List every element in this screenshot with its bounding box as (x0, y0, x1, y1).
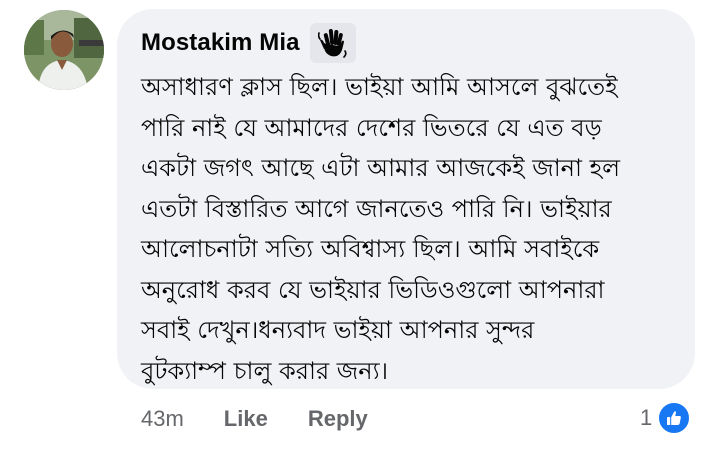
comment-timestamp[interactable]: 43m (141, 406, 184, 432)
comment-text-line: একটা জগৎ আছে এটা আমার আজকেই জানা হল (141, 154, 621, 182)
reaction-count: 1 (640, 405, 653, 430)
avatar[interactable] (24, 10, 104, 90)
comment-text: অসাধারণ ক্লাস ছিল। ভাইয়া আমি আসলে বুঝতে… (141, 67, 681, 391)
comment-text-line: পারি নাই যে আমাদের দেশের ভিতরে যে এত বড় (141, 113, 602, 142)
comment-bubble: Mostakim Mia অসাধারণ ক্লাস ছিল। ভাইয়া আ… (117, 9, 695, 389)
author-name[interactable]: Mostakim Mia (141, 29, 300, 57)
waving-hand-badge (309, 23, 356, 63)
comment-text-line: অসাধারণ ক্লাস ছিল। ভাইয়া আমি আসলে বুঝতে… (141, 73, 618, 101)
comment-text-line: অনুরোধ করব যে ভাইয়ার ভিডিওগুলো আপনারা (141, 275, 605, 304)
thumbs-up-icon (667, 411, 682, 425)
waving-hand-icon (317, 29, 347, 58)
comment-text-line: এতটা বিস্তারিত আগে জানতেও পারি নি। ভাইয়… (141, 194, 612, 223)
comment-actions: 43m Like Reply (141, 402, 368, 436)
thumbs-up-badge (657, 401, 692, 435)
comment: Mostakim Mia অসাধারণ ক্লাস ছিল। ভাইয়া আ… (0, 0, 720, 453)
comment-text-line: আলোচনাটা সত্যি অবিশ্বাস্য ছিল। আমি সবাইক… (141, 235, 600, 263)
comment-text-line: বুটক্যাম্প চালু করার জন্য। (141, 356, 389, 385)
reply-button[interactable]: Reply (308, 406, 368, 432)
reaction-summary[interactable]: 1 (640, 401, 692, 435)
comment-text-line: সবাই দেখুন।ধন্যবাদ ভাইয়া আপনার সুন্দর (141, 316, 535, 344)
like-button[interactable]: Like (224, 406, 268, 432)
avatar-photo (24, 10, 104, 90)
author-row: Mostakim Mia (141, 23, 356, 63)
